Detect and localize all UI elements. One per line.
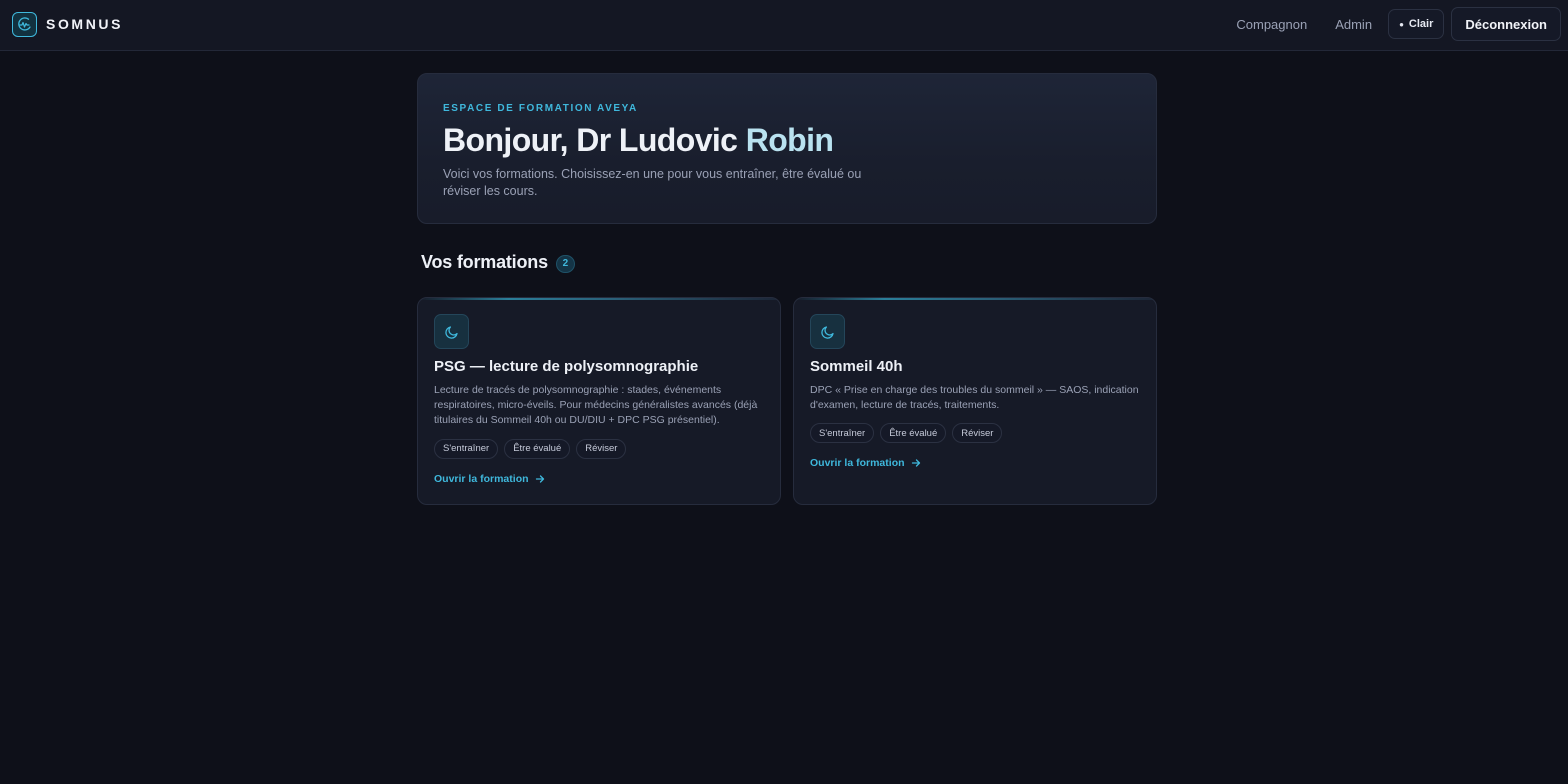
course-description: Lecture de tracés de polysomnographie : … [434, 384, 758, 427]
tag-review[interactable]: Réviser [952, 423, 1003, 444]
sun-icon: ● [1399, 19, 1404, 29]
nav-link-companion[interactable]: Compagnon [1236, 17, 1307, 32]
hero-subtitle: Voici vos formations. Choisissez-en une … [443, 167, 862, 199]
open-course-label: Ouvrir la formation [434, 472, 529, 485]
theme-toggle-label: Clair [1408, 18, 1434, 30]
moon-icon [434, 314, 469, 349]
top-navbar: SOMNUS Compagnon Admin ● Clair Déconnexi… [0, 0, 1568, 51]
course-card[interactable]: PSG — lecture de polysomnographie Lectur… [417, 297, 781, 505]
course-tags: S'entraîner Être évalué Réviser [434, 438, 764, 459]
course-title: Sommeil 40h [810, 358, 903, 375]
nav-link-admin[interactable]: Admin [1335, 17, 1372, 32]
arrow-right-icon [911, 459, 920, 468]
course-card[interactable]: Sommeil 40h DPC « Prise en charge des tr… [793, 297, 1157, 505]
tag-review[interactable]: Réviser [576, 438, 627, 459]
open-course-link[interactable]: Ouvrir la formation [810, 457, 1140, 469]
tag-evaluate[interactable]: Être évalué [504, 438, 571, 459]
brand-name: SOMNUS [46, 16, 124, 32]
arrow-right-icon [535, 474, 544, 483]
brand[interactable]: SOMNUS [12, 11, 124, 37]
section-title: Vos formations [421, 251, 548, 272]
tag-train[interactable]: S'entraîner [434, 438, 499, 459]
tag-train[interactable]: S'entraîner [810, 423, 875, 444]
hero-eyebrow: ESPACE DE FORMATION AVEYA [443, 103, 638, 114]
section-heading: Vos formations 2 [421, 250, 575, 274]
tag-evaluate[interactable]: Être évalué [880, 423, 947, 444]
open-course-link[interactable]: Ouvrir la formation [434, 473, 764, 485]
theme-toggle-button[interactable]: ● Clair [1388, 9, 1445, 39]
open-course-label: Ouvrir la formation [810, 457, 905, 470]
welcome-hero: ESPACE DE FORMATION AVEYA Bonjour, Dr Lu… [417, 73, 1157, 224]
moon-icon [810, 314, 845, 349]
count-badge: 2 [555, 254, 575, 273]
hero-title: Bonjour, Dr Ludovic Robin [443, 121, 1131, 159]
hero-name-accent: Robin [745, 122, 834, 158]
course-title: PSG — lecture de polysomnographie [434, 358, 699, 375]
top-nav: Compagnon Admin ● Clair Déconnexion [1236, 7, 1561, 41]
course-description: DPC « Prise en charge des troubles du so… [810, 384, 1139, 412]
course-tags: S'entraîner Être évalué Réviser [810, 423, 1140, 444]
brand-logo-icon [12, 11, 37, 37]
logout-button[interactable]: Déconnexion [1451, 7, 1561, 41]
hero-greeting: Bonjour, Dr Ludovic [443, 122, 738, 158]
